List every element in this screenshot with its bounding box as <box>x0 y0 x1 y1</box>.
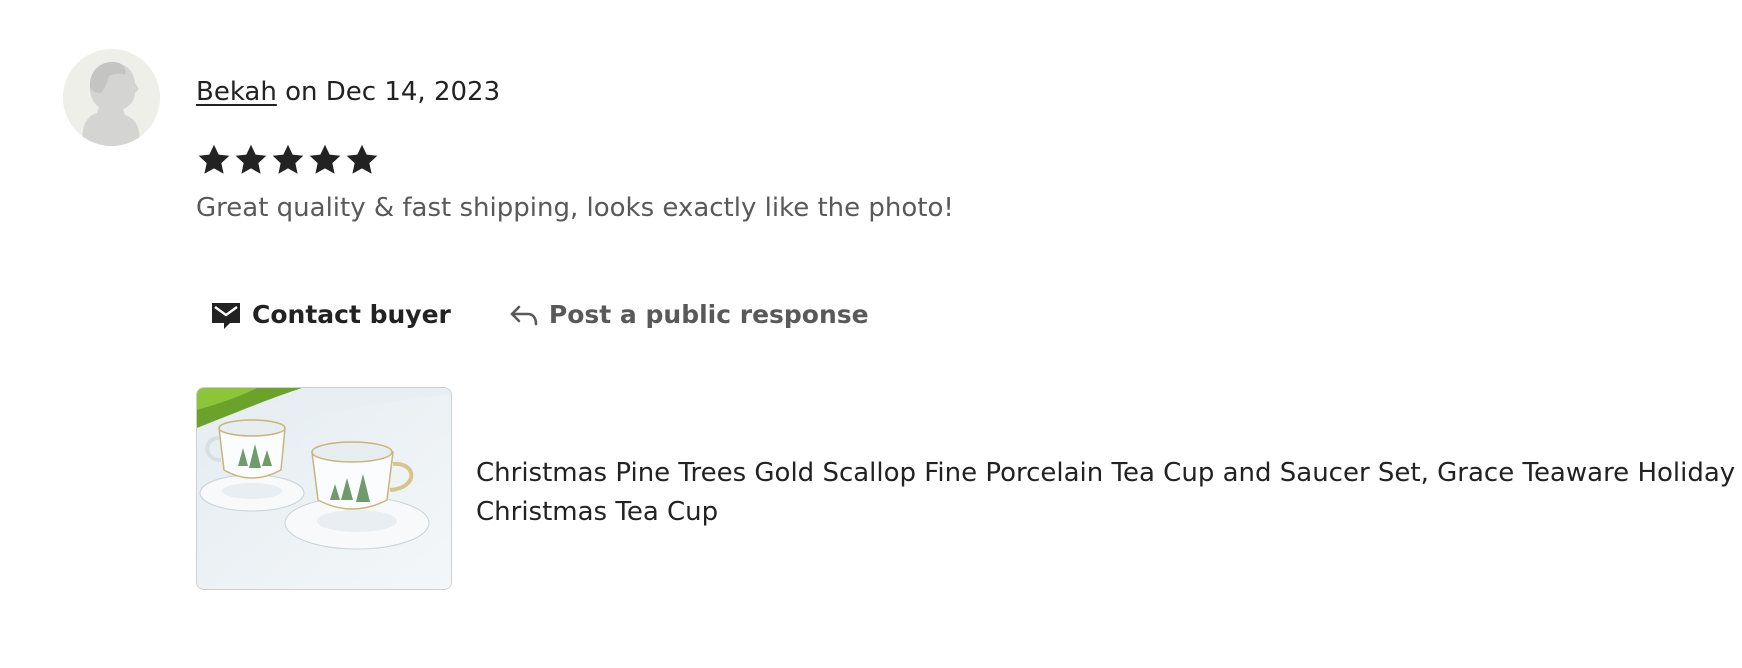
reviewer-name-link[interactable]: Bekah <box>196 77 277 107</box>
star-icon <box>198 144 230 174</box>
post-public-response-label: Post a public response <box>548 300 869 329</box>
review-text: Great quality & fast shipping, looks exa… <box>196 193 954 223</box>
reviewer-avatar <box>63 49 160 146</box>
default-user-avatar-icon <box>63 49 160 146</box>
star-icon <box>309 144 341 174</box>
envelope-chat-icon <box>212 303 240 329</box>
star-rating <box>196 142 380 178</box>
post-public-response-button[interactable]: Post a public response <box>495 292 883 338</box>
reply-arrow-icon <box>510 305 538 326</box>
review-date: on Dec 14, 2023 <box>276 77 501 107</box>
review-actions: Contact buyer Post a public response <box>196 292 883 338</box>
star-icon <box>346 144 378 174</box>
listing-title-link[interactable]: Christmas Pine Trees Gold Scallop Fine P… <box>476 454 1736 532</box>
listing-thumbnail[interactable] <box>196 387 452 590</box>
contact-buyer-label: Contact buyer <box>252 300 451 329</box>
star-icon <box>235 144 267 174</box>
star-icon <box>272 144 304 174</box>
contact-buyer-button[interactable]: Contact buyer <box>196 292 465 338</box>
review-header: Bekah on Dec 14, 2023 <box>196 74 500 110</box>
teacup-product-image <box>197 388 451 589</box>
